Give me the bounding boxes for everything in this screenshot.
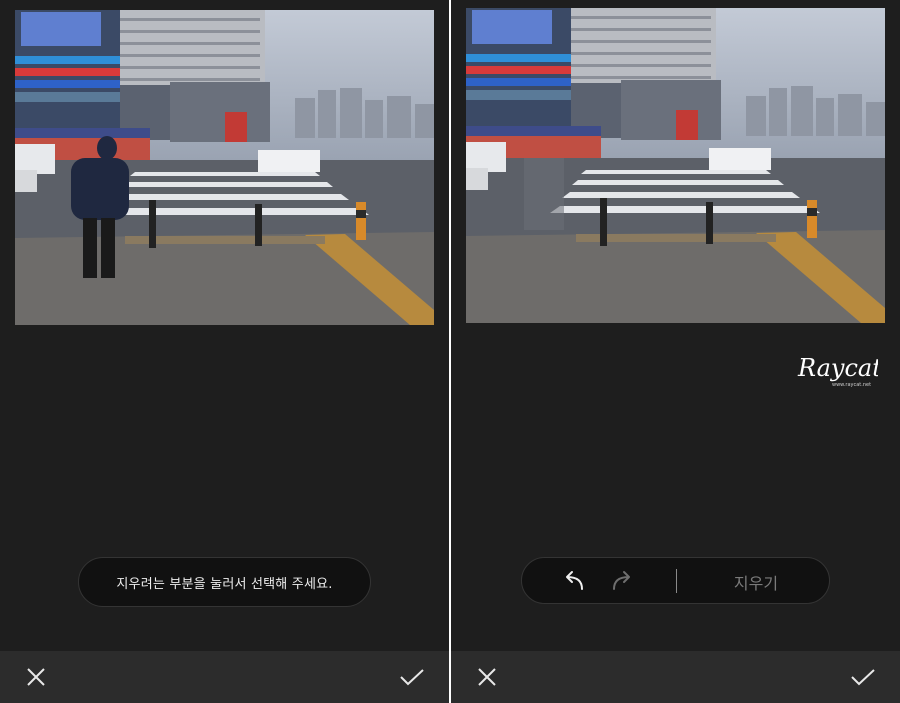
- bottom-bar: [0, 651, 449, 703]
- erase-button[interactable]: 지우기: [708, 558, 804, 605]
- watermark-subtext: www.raycat.net: [832, 382, 871, 388]
- watermark-text: Raycat: [797, 354, 878, 382]
- selection-hint: 지우려는 부분을 눌러서 선택해 주세요.: [78, 557, 371, 607]
- undo-icon[interactable]: [562, 569, 586, 593]
- photo-canvas[interactable]: [15, 10, 434, 325]
- erase-toolbar: 지우기: [521, 557, 830, 604]
- street-photo-erased: [466, 8, 885, 323]
- right-screen: Raycat www.raycat.net 지우기: [451, 0, 900, 703]
- street-photo: [15, 10, 434, 325]
- toolbar-divider: [676, 569, 677, 593]
- photo-canvas[interactable]: [466, 8, 885, 323]
- close-icon[interactable]: [475, 665, 499, 689]
- left-screen: 지우려는 부분을 눌러서 선택해 주세요.: [0, 0, 449, 703]
- bottom-bar: [451, 651, 900, 703]
- hint-text: 지우려는 부분을 눌러서 선택해 주세요.: [116, 576, 333, 592]
- check-icon[interactable]: [850, 665, 876, 689]
- check-icon[interactable]: [399, 665, 425, 689]
- raycat-watermark: Raycat www.raycat.net: [796, 348, 882, 390]
- close-icon[interactable]: [24, 665, 48, 689]
- redo-icon[interactable]: [610, 569, 634, 593]
